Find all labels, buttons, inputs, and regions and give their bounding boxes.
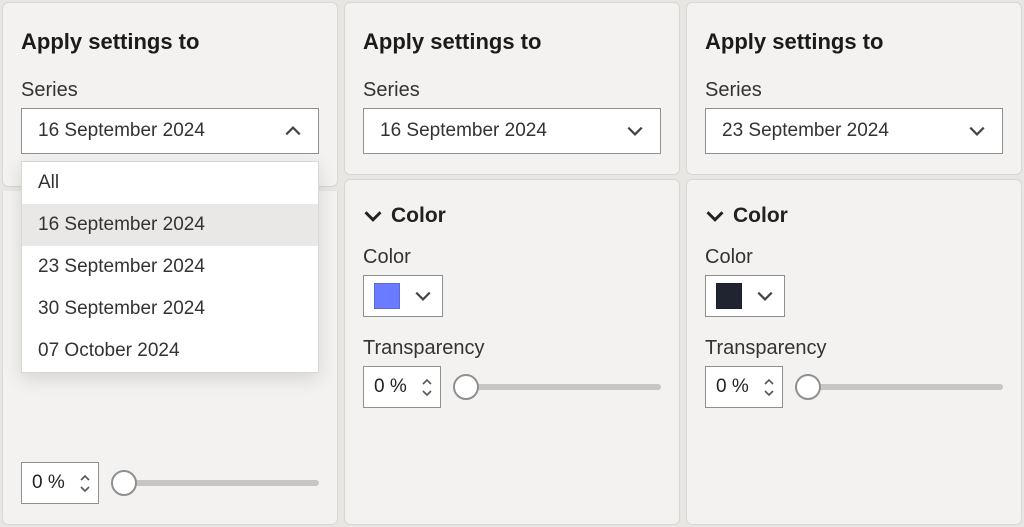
slider-track bbox=[113, 480, 319, 486]
transparency-step-down[interactable] bbox=[78, 483, 92, 495]
chevron-down-icon bbox=[363, 206, 383, 226]
transparency-input[interactable]: 0 % bbox=[21, 462, 99, 504]
chevron-down-icon bbox=[414, 287, 432, 305]
transparency-input[interactable]: 0 % bbox=[363, 366, 441, 408]
apply-settings-title: Apply settings to bbox=[363, 29, 661, 55]
transparency-slider[interactable] bbox=[113, 467, 319, 499]
slider-track bbox=[797, 384, 1003, 390]
color-picker[interactable] bbox=[363, 275, 443, 317]
transparency-step-up[interactable] bbox=[78, 471, 92, 483]
slider-thumb[interactable] bbox=[111, 470, 137, 496]
series-select-value: 23 September 2024 bbox=[722, 120, 889, 142]
slider-thumb[interactable] bbox=[795, 374, 821, 400]
color-section-toggle[interactable]: Color bbox=[363, 204, 661, 228]
color-picker[interactable] bbox=[705, 275, 785, 317]
series-label: Series bbox=[363, 79, 661, 102]
chevron-down-icon bbox=[626, 122, 644, 140]
series-option-3[interactable]: 30 September 2024 bbox=[22, 288, 318, 330]
transparency-value: 0 % bbox=[716, 376, 752, 398]
color-card: Color Color Transparency 0 % bbox=[344, 179, 680, 525]
slider-track bbox=[455, 384, 661, 390]
series-label: Series bbox=[705, 79, 1003, 102]
series-option-2[interactable]: 23 September 2024 bbox=[22, 246, 318, 288]
transparency-step-down[interactable] bbox=[420, 387, 434, 399]
settings-panel-2: Apply settings to Series 16 September 20… bbox=[342, 0, 682, 527]
transparency-label: Transparency bbox=[363, 337, 661, 360]
apply-settings-card: Apply settings to Series 16 September 20… bbox=[344, 2, 680, 175]
color-swatch bbox=[374, 283, 400, 309]
color-label: Color bbox=[705, 246, 1003, 269]
color-swatch bbox=[716, 283, 742, 309]
transparency-slider[interactable] bbox=[797, 371, 1003, 403]
color-section-title: Color bbox=[733, 204, 788, 228]
settings-panel-1: Apply settings to Series 16 September 20… bbox=[0, 0, 340, 527]
transparency-value: 0 % bbox=[374, 376, 410, 398]
chevron-up-icon bbox=[284, 122, 302, 140]
series-select-value: 16 September 2024 bbox=[380, 120, 547, 142]
apply-settings-title: Apply settings to bbox=[21, 29, 319, 55]
series-option-all[interactable]: All bbox=[22, 162, 318, 204]
slider-thumb[interactable] bbox=[453, 374, 479, 400]
transparency-step-up[interactable] bbox=[762, 375, 776, 387]
apply-settings-title: Apply settings to bbox=[705, 29, 1003, 55]
settings-panel-3: Apply settings to Series 23 September 20… bbox=[684, 0, 1024, 527]
transparency-slider[interactable] bbox=[455, 371, 661, 403]
series-option-4[interactable]: 07 October 2024 bbox=[22, 330, 318, 372]
series-dropdown-list[interactable]: All 16 September 2024 23 September 2024 … bbox=[21, 161, 319, 373]
color-label: Color bbox=[363, 246, 661, 269]
series-select[interactable]: 16 September 2024 bbox=[363, 108, 661, 154]
series-select[interactable]: 16 September 2024 All 16 September 2024 … bbox=[21, 108, 319, 154]
chevron-down-icon bbox=[705, 206, 725, 226]
series-label: Series bbox=[21, 79, 319, 102]
transparency-input[interactable]: 0 % bbox=[705, 366, 783, 408]
transparency-value: 0 % bbox=[32, 472, 68, 494]
color-card: Color Color Transparency 0 % bbox=[686, 179, 1022, 525]
series-select[interactable]: 23 September 2024 bbox=[705, 108, 1003, 154]
transparency-step-up[interactable] bbox=[420, 375, 434, 387]
transparency-label: Transparency bbox=[705, 337, 1003, 360]
transparency-step-down[interactable] bbox=[762, 387, 776, 399]
series-select-value: 16 September 2024 bbox=[38, 120, 205, 142]
series-option-1[interactable]: 16 September 2024 bbox=[22, 204, 318, 246]
chevron-down-icon bbox=[756, 287, 774, 305]
apply-settings-card: Apply settings to Series 23 September 20… bbox=[686, 2, 1022, 175]
apply-settings-card: Apply settings to Series 16 September 20… bbox=[2, 2, 338, 187]
color-section-title: Color bbox=[391, 204, 446, 228]
color-section-toggle[interactable]: Color bbox=[705, 204, 1003, 228]
chevron-down-icon bbox=[968, 122, 986, 140]
